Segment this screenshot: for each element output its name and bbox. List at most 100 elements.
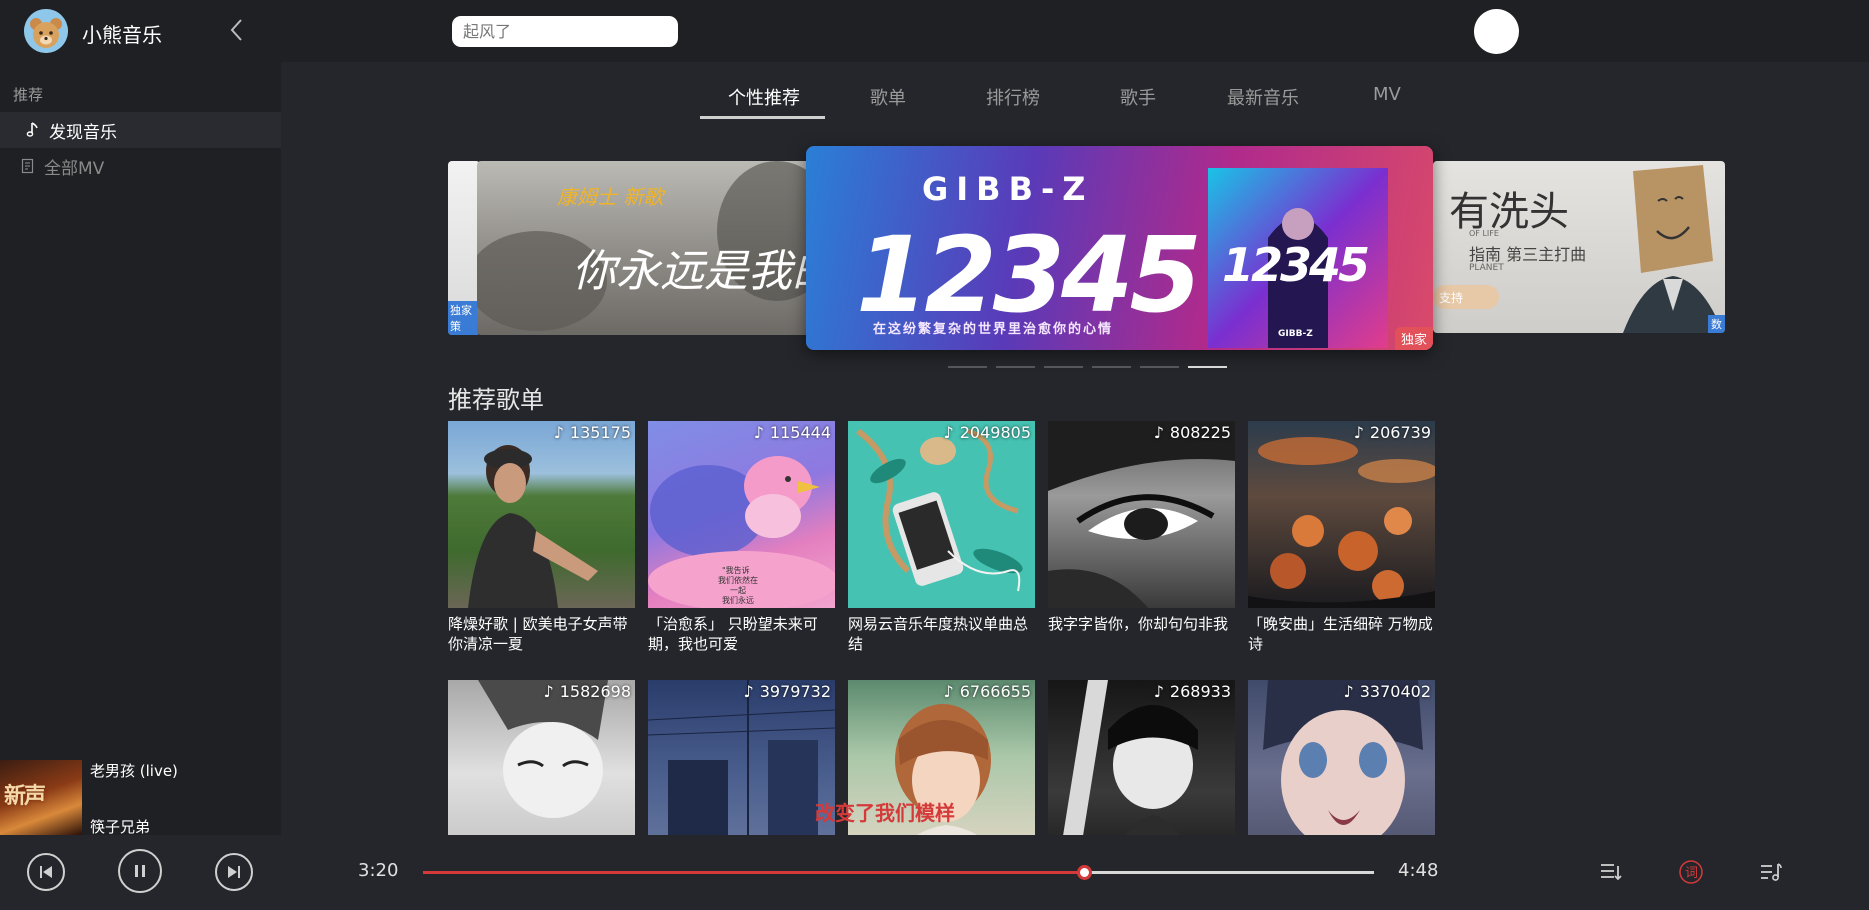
play-count-value: 1582698	[559, 682, 631, 701]
top-bar: 小熊音乐	[0, 0, 1869, 62]
play-count-value: 115444	[769, 423, 831, 442]
sidebar-item-all-mv[interactable]: 全部MV	[0, 148, 281, 184]
next-track-button[interactable]	[215, 853, 253, 891]
progress-bar[interactable]	[423, 865, 1374, 880]
playlist-card[interactable]: ♪ 135175 降燥好歌 | 欧美电子女声带你清凉一夏	[448, 421, 635, 654]
tab-personal-recommend[interactable]: 个性推荐	[728, 84, 800, 110]
music-note-icon: ♪	[743, 682, 754, 701]
banner-center[interactable]: GIBB-Z 12345 在这纷繁复杂的世界里治愈你的心情 12345 GIBB…	[806, 146, 1433, 350]
cover-album-title: 12345	[1222, 238, 1368, 292]
banner-album-title: 12345	[856, 214, 1198, 336]
play-count-value: 3979732	[759, 682, 831, 701]
carousel-dot-active[interactable]	[1188, 366, 1227, 368]
play-count-value: 206739	[1369, 423, 1431, 442]
playlist-card[interactable]: ♪ 3370402	[1248, 680, 1435, 835]
music-note-icon: ♪	[1153, 682, 1164, 701]
music-note-icon: ♪	[943, 682, 954, 701]
music-note-icon: ♪	[753, 423, 764, 442]
sidebar-section-label: 推荐	[13, 86, 44, 104]
playlist-cover: ♪ 268933	[1048, 680, 1235, 835]
playlist-title: 网易云音乐年度热议单曲总结	[848, 615, 1029, 653]
playlist-card[interactable]: ♪ 3979732	[648, 680, 835, 835]
main-content: 个性推荐 歌单 排行榜 歌手 最新音乐 MV 独家策 你永远是我的 康姆士 新歌…	[281, 62, 1869, 835]
sidebar-item-discover-music[interactable]: 发现音乐	[0, 112, 281, 148]
play-count: ♪ 115444	[754, 423, 831, 442]
search-input[interactable]	[452, 16, 678, 47]
tab-new-music[interactable]: 最新音乐	[1227, 84, 1299, 110]
play-count-value: 2049805	[959, 423, 1031, 442]
play-count: ♪ 6766655	[944, 682, 1031, 701]
playlist-card[interactable]: ♪ 206739 「晚安曲」生活细碎 万物成诗	[1248, 421, 1435, 654]
back-chevron-icon[interactable]	[225, 16, 249, 44]
active-tab-indicator	[700, 116, 825, 119]
svg-text:一起: 一起	[730, 586, 746, 595]
player-bar: 3:20 4:48 词	[0, 835, 1869, 910]
svg-text:我们依然在: 我们依然在	[718, 575, 758, 585]
progress-handle[interactable]	[1077, 865, 1093, 880]
now-playing-artist: 筷子兄弟	[90, 818, 151, 836]
music-note-icon	[25, 122, 41, 138]
carousel-dot[interactable]	[996, 366, 1035, 368]
music-note-icon: ♪	[1343, 682, 1354, 701]
sidebar-item-label: 发现音乐	[49, 122, 117, 143]
banner-right-small: OF LIFE	[1469, 229, 1499, 238]
banner-right-title: 有洗头	[1449, 189, 1569, 235]
playlist-card[interactable]: ♪ 268933	[1048, 680, 1235, 835]
playlist-cover: ♪ 3979732	[648, 680, 835, 835]
carousel-dot[interactable]	[1140, 366, 1179, 368]
play-count-value: 268933	[1169, 682, 1231, 701]
banner-exclusive-tag: 独家	[1394, 327, 1433, 350]
playlist-title: 「治愈系」 只盼望未来可期，我也可爱	[648, 615, 818, 653]
user-avatar[interactable]	[1474, 9, 1519, 54]
lyric-line: 改变了我们模样	[815, 801, 955, 825]
carousel-dot[interactable]	[1092, 366, 1131, 368]
music-note-icon: ♪	[943, 423, 954, 442]
play-count-value: 135175	[569, 423, 631, 442]
next-icon	[228, 866, 240, 878]
sidebar: 推荐 发现音乐 全部MV	[0, 62, 281, 835]
play-queue-icon[interactable]	[1758, 859, 1784, 885]
tab-mv[interactable]: MV	[1373, 84, 1401, 105]
banner-right-subtitle: 指南 第三主打曲	[1469, 245, 1587, 264]
tab-playlists[interactable]: 歌单	[870, 84, 906, 110]
playlist-cover: ♪ 135175	[448, 421, 635, 608]
now-playing-cover[interactable]: 新声	[0, 760, 82, 835]
total-time: 4:48	[1398, 860, 1439, 881]
carousel-dot[interactable]	[1044, 366, 1083, 368]
playlist-cover: ♪ 808225	[1048, 421, 1235, 608]
playlist-card[interactable]: ♪ 1582698	[448, 680, 635, 835]
playlist-cover: ♪ 2049805	[848, 421, 1035, 608]
playlist-title: 降燥好歌 | 欧美电子女声带你清凉一夏	[448, 615, 628, 653]
play-count: ♪ 3370402	[1344, 682, 1431, 701]
play-count: ♪ 3979732	[744, 682, 831, 701]
banner-left[interactable]: 你永远是我的 康姆士 新歌	[477, 161, 817, 335]
banner-left-handwriting: 你永远是我的	[572, 246, 817, 297]
playlist-card[interactable]: "我告诉 我们依然在 一起 我们永远 ♪ 115444 「治愈系」 只盼望未来可期…	[648, 421, 835, 654]
playlist-card[interactable]: ♪ 2049805 网易云音乐年度热议单曲总结	[848, 421, 1035, 654]
app-window: 小熊音乐 推荐 发现音乐 全部MV 新声 老男孩 (live) 筷子兄弟 个性推…	[0, 0, 1869, 910]
lyrics-icon[interactable]: 词	[1678, 859, 1704, 885]
previous-icon	[40, 866, 52, 878]
music-note-icon: ♪	[1353, 423, 1364, 442]
playlist-title: 「晚安曲」生活细碎 万物成诗	[1248, 615, 1433, 653]
music-note-icon: ♪	[553, 423, 564, 442]
music-note-icon: ♪	[1153, 423, 1164, 442]
banner-far-left[interactable]: 独家策	[448, 161, 480, 335]
playlist-cover: ♪ 1582698	[448, 680, 635, 835]
carousel-dot[interactable]	[948, 366, 987, 368]
playlist-card[interactable]: ♪ 808225 我字字皆你，你却句句非我	[1048, 421, 1235, 654]
tab-singers[interactable]: 歌手	[1120, 84, 1156, 110]
play-count-value: 808225	[1169, 423, 1231, 442]
playlist-title: 我字字皆你，你却句句非我	[1048, 615, 1229, 633]
banner-right[interactable]: 有洗头 OF LIFE 指南 第三主打曲 PLANET 支持 数	[1433, 161, 1725, 333]
previous-track-button[interactable]	[27, 853, 65, 891]
playlist-download-icon[interactable]	[1598, 859, 1624, 885]
banner-right-button: 支持	[1433, 285, 1499, 309]
sidebar-item-label: 全部MV	[44, 158, 105, 179]
banner-right-small-2: PLANET	[1469, 263, 1504, 273]
playlist-cover: ♪ 3370402	[1248, 680, 1435, 835]
pause-button[interactable]	[118, 849, 162, 893]
tab-charts[interactable]: 排行榜	[986, 84, 1040, 110]
svg-text:词: 词	[1685, 866, 1698, 881]
app-name: 小熊音乐	[82, 23, 162, 47]
